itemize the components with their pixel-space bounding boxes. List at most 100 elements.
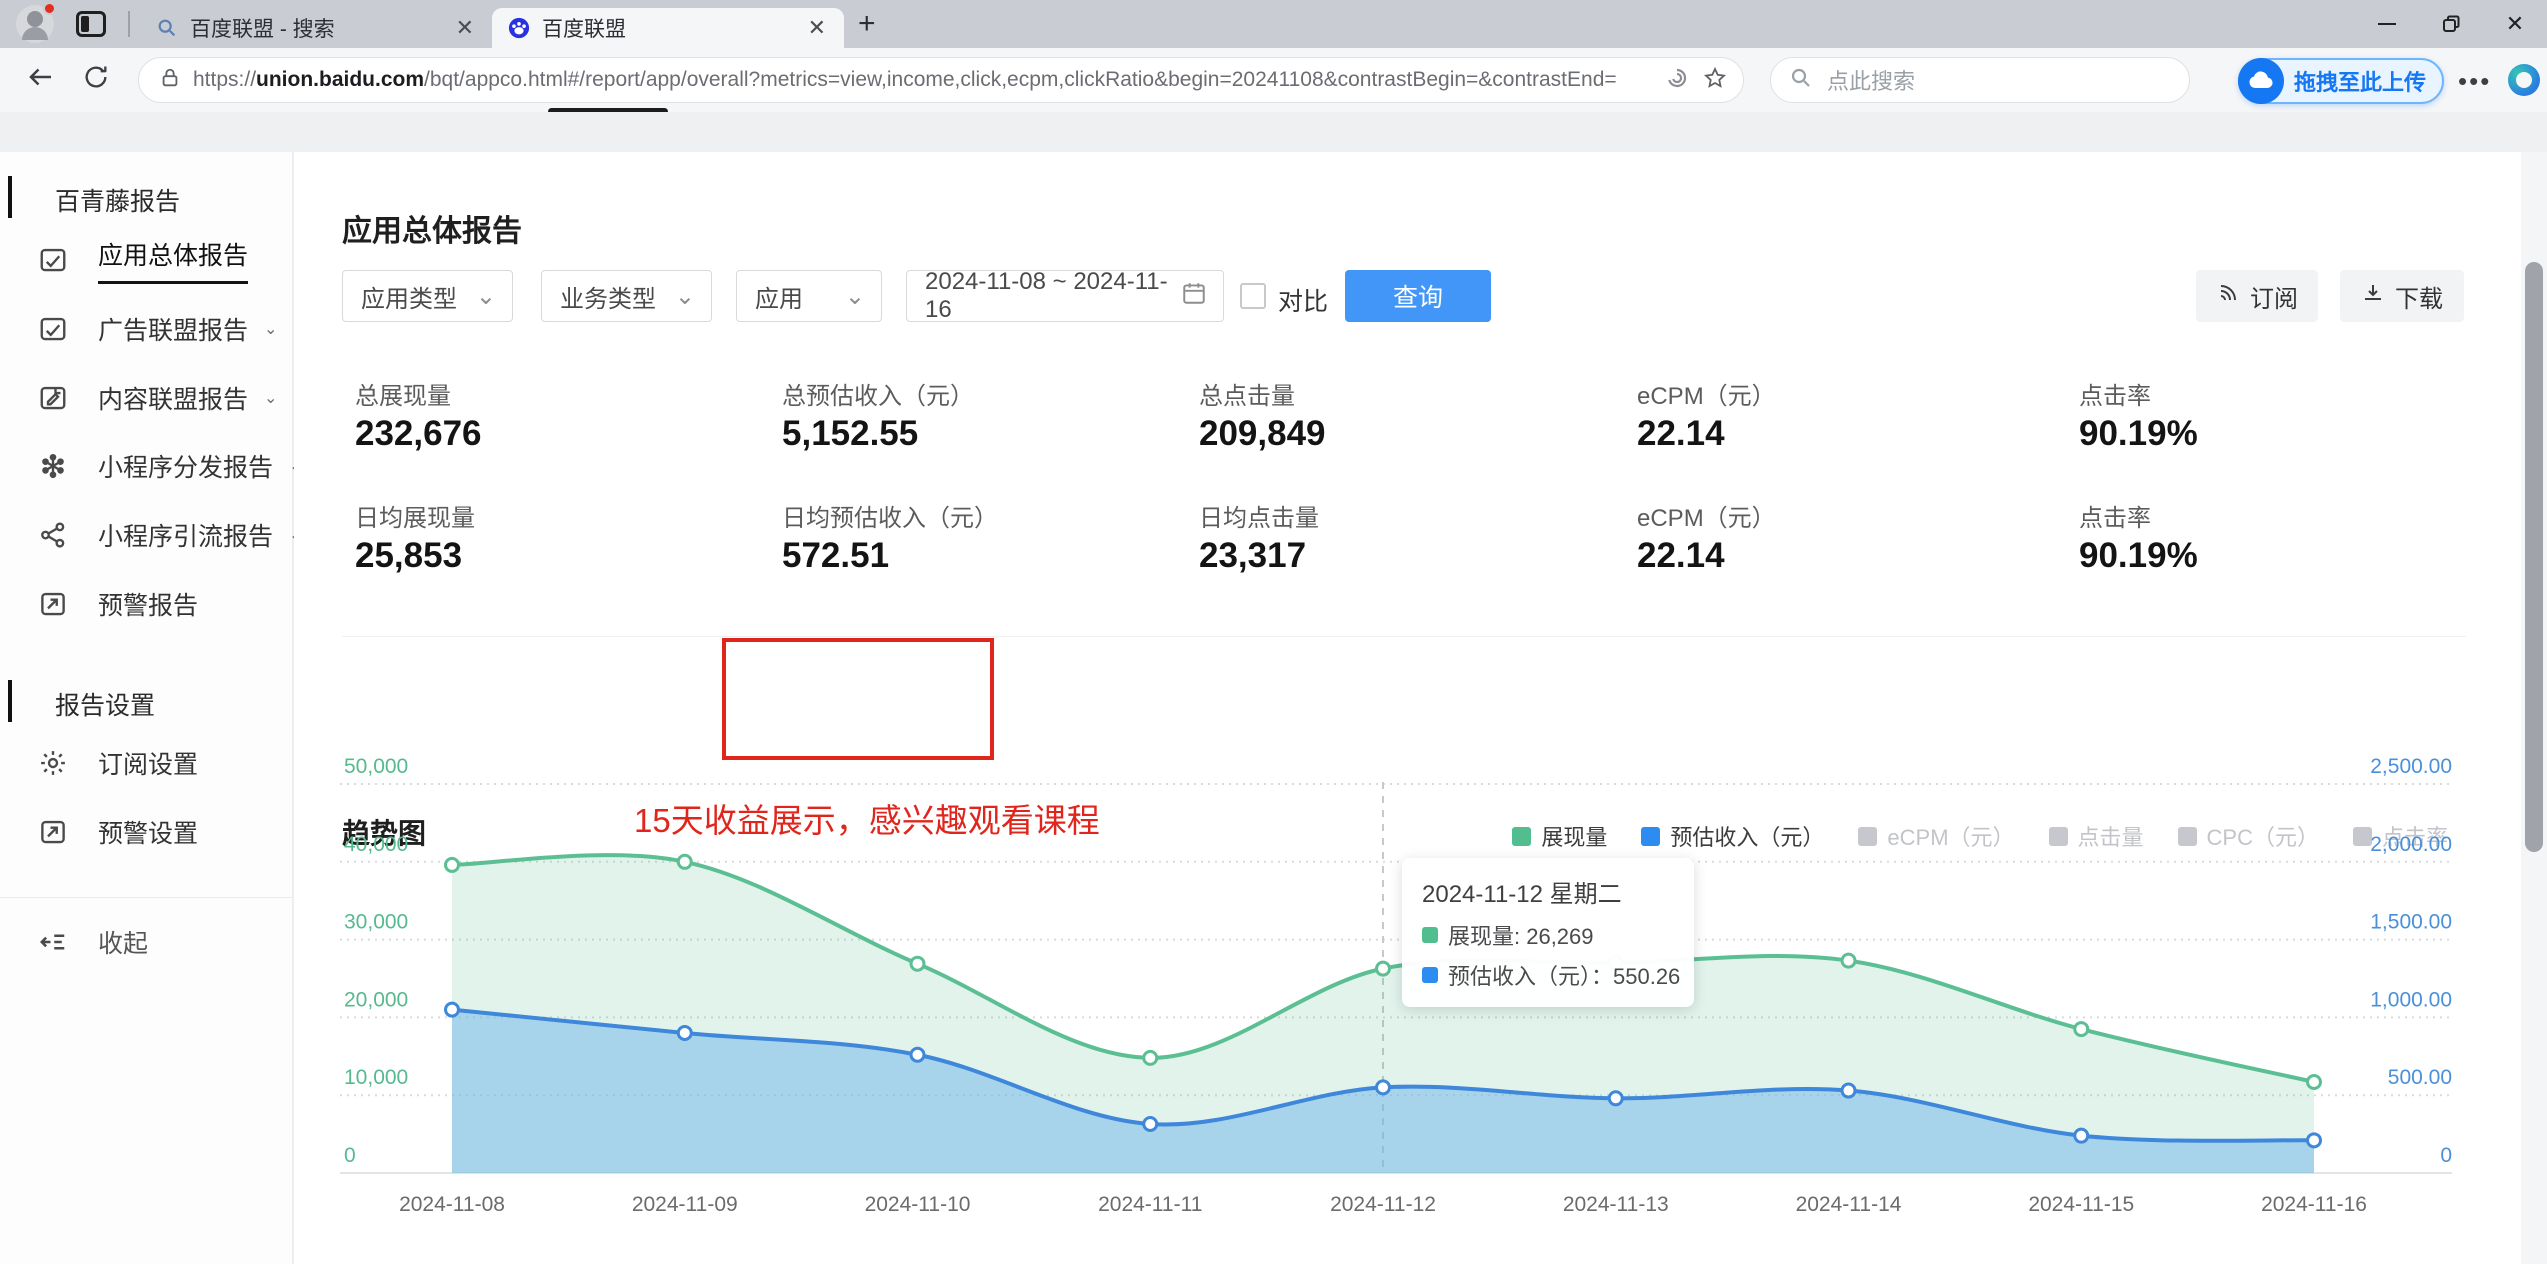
close-icon[interactable]: ✕	[452, 15, 478, 41]
stat-value: 25,853	[355, 536, 463, 575]
sidebar: 百青藤报告 应用总体报告广告联盟报告 ⌄ 内容联盟报告 ⌄ 小程序分发报告⌄ 小程序引流报…	[0, 152, 302, 1264]
sidebar-item-5[interactable]: 小程序引流报告⌄	[0, 513, 302, 557]
svg-text:2024-11-13: 2024-11-13	[1563, 1193, 1669, 1216]
sidebar-item-label: 小程序引流报告	[98, 523, 274, 551]
gear-icon	[38, 748, 68, 778]
stat-value: 90.19%	[2079, 414, 2198, 453]
chevron-down-icon: ⌄	[475, 282, 496, 310]
compare-checkbox[interactable]	[1240, 283, 1266, 309]
copilot-icon[interactable]	[2508, 64, 2540, 96]
divider	[0, 897, 293, 898]
stat-label: 点击率	[2079, 383, 2151, 410]
sidebar-item-6[interactable]: 预警报告	[0, 582, 293, 626]
tab-search-icon[interactable]	[76, 11, 106, 37]
section-indicator	[8, 176, 12, 218]
stat-value: 90.19%	[2079, 536, 2198, 575]
sidebar-section-settings: 报告设置	[55, 692, 156, 720]
page-action-swirl-icon[interactable]	[1665, 66, 1689, 95]
page-background-band	[0, 112, 2547, 152]
tab-title: 百度联盟	[542, 18, 626, 41]
sidebar-item-label: 预警报告	[98, 592, 199, 620]
stat-label: 总展现量	[355, 383, 451, 410]
app-select[interactable]: 应用 ⌄	[736, 270, 882, 322]
browser-menu-icon[interactable]: •••	[2458, 66, 2491, 97]
subscribe-button[interactable]: 订阅	[2196, 270, 2318, 322]
svg-text:10,000: 10,000	[344, 1066, 408, 1089]
download-button[interactable]: 下载	[2340, 270, 2464, 322]
new-tab-button[interactable]: +	[858, 9, 876, 39]
sidebar-item-1[interactable]: 应用总体报告	[0, 236, 293, 284]
report-chart-icon	[38, 245, 68, 275]
svg-text:1,500.00: 1,500.00	[2370, 911, 2452, 934]
sidebar-collapse[interactable]: 收起	[0, 920, 293, 964]
svg-text:0: 0	[2440, 1144, 2452, 1167]
tab-strip: 百度联盟 - 搜索 ✕ 百度联盟 ✕ + ✕	[0, 0, 2547, 48]
favorite-star-icon[interactable]	[1703, 66, 1727, 95]
svg-text:2,000.00: 2,000.00	[2370, 833, 2452, 856]
browser-toolbar: https://union.baidu.com/bqt/appco.html#/…	[0, 48, 2547, 112]
back-icon[interactable]	[26, 62, 56, 99]
sidebar-item-label: 预警设置	[98, 820, 199, 848]
svg-text:2024-11-12: 2024-11-12	[1330, 1193, 1436, 1216]
stat-value: 22.14	[1637, 536, 1725, 575]
restore-button[interactable]	[2419, 0, 2483, 48]
sidebar-item-3[interactable]: 内容联盟报告 ⌄	[0, 376, 293, 420]
svg-text:2024-11-14: 2024-11-14	[1796, 1193, 1902, 1216]
svg-text:500.00: 500.00	[2388, 1066, 2452, 1089]
stat-label: 日均预估收入（元）	[782, 505, 998, 532]
svg-text:0: 0	[344, 1144, 356, 1167]
tab-title: 百度联盟 - 搜索	[190, 18, 335, 41]
refresh-icon[interactable]	[82, 63, 110, 98]
sidebar-item-label: 内容联盟报告	[98, 386, 249, 414]
divider	[342, 636, 2466, 637]
compare-label: 对比	[1278, 288, 1329, 316]
page-scrollbar[interactable]	[2521, 152, 2547, 1264]
mini-program-distribute-icon	[38, 451, 68, 481]
sidebar-settings-item-2[interactable]: 预警设置	[0, 810, 293, 854]
divider	[128, 11, 130, 37]
sidebar-section-report: 百青藤报告	[55, 188, 181, 216]
sidebar-item-label: 应用总体报告	[98, 236, 249, 284]
chevron-down-icon: ⌄	[844, 282, 865, 310]
browser-search-input[interactable]: 点此搜索	[1770, 57, 2190, 103]
stat-label: 总点击量	[1199, 383, 1295, 410]
window-controls: ✕	[2355, 0, 2547, 48]
stat-label: eCPM（元）	[1637, 505, 1776, 532]
app-type-select[interactable]: 应用类型 ⌄	[342, 270, 513, 322]
lock-icon	[159, 67, 181, 94]
close-window-button[interactable]: ✕	[2483, 0, 2547, 48]
browser-tab-2[interactable]: 百度联盟 ✕	[492, 8, 844, 48]
browser-tab-1[interactable]: 百度联盟 - 搜索 ✕	[140, 8, 492, 48]
stat-value: 572.51	[782, 536, 890, 575]
tooltip-row: 展现量: 26,269	[1422, 919, 1674, 951]
minimize-button[interactable]	[2355, 0, 2419, 48]
sidebar-item-4[interactable]: 小程序分发报告⌄	[0, 444, 302, 488]
scrollbar-thumb[interactable]	[2525, 262, 2543, 852]
alert-report-icon	[38, 589, 68, 619]
calendar-icon	[1181, 280, 1207, 313]
svg-text:20,000: 20,000	[344, 988, 408, 1011]
sidebar-settings-item-1[interactable]: 订阅设置	[0, 741, 293, 785]
biz-type-select[interactable]: 业务类型 ⌄	[541, 270, 712, 322]
content-report-icon	[38, 383, 68, 413]
profile-avatar[interactable]	[16, 2, 56, 43]
sidebar-item-2[interactable]: 广告联盟报告 ⌄	[0, 307, 293, 351]
svg-text:1,000.00: 1,000.00	[2370, 988, 2452, 1011]
svg-text:50,000: 50,000	[344, 755, 408, 778]
notification-badge	[43, 2, 56, 15]
page: 百青藤报告 应用总体报告广告联盟报告⌄内容联盟报告⌄小程序分发报告⌄小程序引流报…	[0, 152, 2547, 1264]
drag-upload-button[interactable]: 拖拽至此上传	[2238, 58, 2445, 104]
query-button[interactable]: 查询	[1345, 270, 1491, 322]
stat-value: 22.14	[1637, 414, 1725, 453]
address-bar[interactable]: https://union.baidu.com/bqt/appco.html#/…	[138, 57, 1744, 103]
close-icon[interactable]: ✕	[804, 15, 830, 41]
rss-icon	[2216, 281, 2240, 312]
tooltip-row: 预估收入（元）：550.26	[1422, 959, 1680, 991]
chevron-down-icon: ⌄	[674, 282, 695, 310]
share-icon	[38, 520, 68, 550]
svg-text:2024-11-11: 2024-11-11	[1098, 1193, 1202, 1216]
stat-value: 232,676	[355, 414, 482, 453]
cloud-upload-icon	[2238, 58, 2284, 104]
date-range-picker[interactable]: 2024-11-08 ~ 2024-11-16	[906, 268, 1224, 323]
page-title: 应用总体报告	[342, 215, 522, 248]
